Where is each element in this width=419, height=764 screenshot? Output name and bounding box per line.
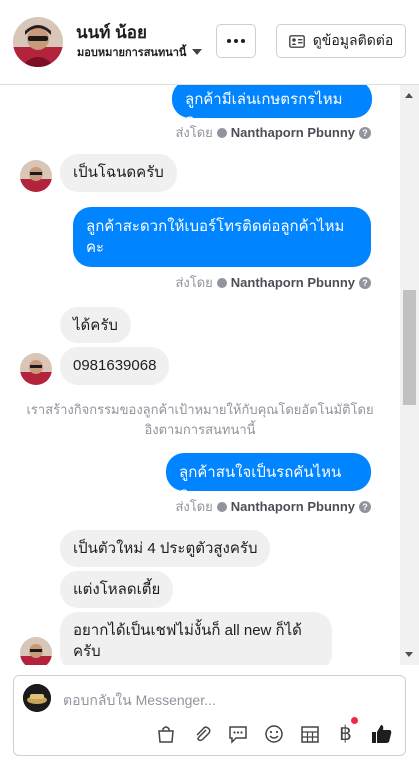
sender-name: Nanthaporn Pbunny (230, 275, 355, 290)
sent-by-label: ส่งโดย Nanthaporn Pbunny ? (175, 122, 371, 143)
view-contact-info-button[interactable]: ดูข้อมูลติดต่อ (276, 24, 406, 58)
contact-card-icon (288, 34, 305, 48)
page-icon (216, 277, 227, 288)
help-icon[interactable]: ? (359, 500, 371, 513)
customer-name: นนท์ น้อย (76, 23, 147, 42)
emoji-icon[interactable] (262, 722, 285, 745)
scroll-up-icon[interactable] (405, 93, 413, 98)
page-avatar (23, 684, 51, 712)
customer-avatar[interactable] (13, 17, 63, 67)
incoming-message: 0981639068 (60, 347, 170, 385)
attachment-icon[interactable] (190, 722, 213, 745)
sent-by-label: ส่งโดย Nanthaporn Pbunny ? (175, 496, 371, 517)
scroll-thumb[interactable] (403, 290, 416, 405)
help-icon[interactable]: ? (359, 276, 371, 289)
like-icon[interactable] (370, 722, 393, 745)
sender-name: Nanthaporn Pbunny (230, 499, 355, 514)
incoming-message: ได้ครับ (60, 307, 131, 343)
sent-by-prefix: ส่งโดย (175, 499, 213, 514)
reply-composer[interactable]: ตอบกลับใน Messenger... ฿ (13, 675, 406, 756)
saved-reply-icon[interactable] (226, 722, 249, 745)
more-options-button[interactable] (216, 24, 256, 58)
help-icon[interactable]: ? (359, 126, 371, 139)
chevron-down-icon (192, 49, 203, 55)
page-icon (216, 501, 227, 512)
sent-by-prefix: ส่งโดย (175, 275, 213, 290)
incoming-message: เป็นโฉนดครับ (60, 154, 177, 192)
outgoing-message: ลูกค้ามีเล่นเกษตรกรไหมคะ (172, 85, 372, 129)
outgoing-message: ลูกค้าสนใจเป็นรถคันไหนคะ (166, 453, 371, 502)
system-notice: เราสร้างกิจกรรมของลูกค้าเป้าหมายให้กับคุ… (26, 402, 374, 437)
reply-input[interactable]: ตอบกลับใน Messenger... (63, 690, 216, 712)
assign-label: มอบหมายการสนทนานี้ (77, 47, 187, 59)
message-thread[interactable]: ลูกค้ามีเล่นเกษตรกรไหมคะ ส่งโดย Nanthapo… (0, 85, 400, 665)
appointment-icon[interactable] (298, 722, 321, 745)
customer-avatar-small (20, 353, 52, 385)
incoming-message: อยากได้เป็นเชฟไม่งั้นก็ all new ก็ได้ครั… (60, 612, 332, 665)
incoming-message: แต่งโหลดเตี้ย (60, 571, 174, 608)
assign-conversation-dropdown[interactable]: มอบหมายการสนทนานี้ (77, 43, 203, 61)
customer-avatar-small (20, 160, 52, 192)
scroll-down-icon[interactable] (405, 652, 413, 657)
sent-by-label: ส่งโดย Nanthaporn Pbunny ? (175, 272, 371, 293)
outgoing-message: ลูกค้าสะดวกให้เบอร์โทรติดต่อลูกค้าไหมคะ (73, 207, 371, 267)
more-icon (227, 39, 245, 43)
page-icon (216, 127, 227, 138)
thread-scrollbar[interactable] (400, 85, 419, 665)
shop-bag-icon[interactable] (154, 722, 177, 745)
incoming-message: เป็นตัวใหม่ 4 ประตูตัวสูงครับ (60, 530, 271, 567)
sender-name: Nanthaporn Pbunny (230, 125, 355, 140)
notification-dot (350, 717, 358, 724)
view-contact-info-label: ดูข้อมูลติดต่อ (312, 32, 394, 48)
composer-toolbar: ฿ (154, 717, 393, 745)
baht-icon[interactable]: ฿ (334, 717, 358, 745)
customer-avatar-small (20, 637, 52, 665)
sent-by-prefix: ส่งโดย (175, 125, 213, 140)
conversation-header: นนท์ น้อย มอบหมายการสนทนานี้ ดูข้อมูลติด… (0, 0, 419, 85)
